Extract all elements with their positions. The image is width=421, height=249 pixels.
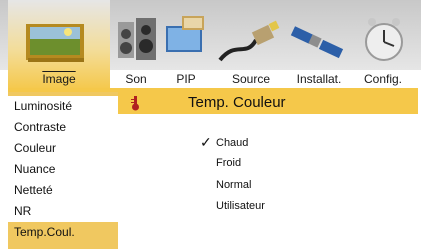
tab-bar: Image Son PIP Source Installat. Config. (0, 0, 421, 90)
clock-icon (352, 10, 414, 68)
option-chaud[interactable]: Chaud (216, 137, 248, 149)
tab-son-label: Son (125, 72, 147, 86)
tab-config[interactable]: Config. (352, 0, 414, 90)
tab-image-label: Image (42, 72, 76, 86)
check-icon: ✓ (200, 134, 212, 150)
panel-title: Temp. Couleur (188, 94, 286, 111)
option-froid[interactable]: Froid (216, 157, 241, 169)
panel-header: Temp. Couleur (118, 92, 418, 114)
tab-pip-label: PIP (176, 72, 196, 86)
tab-pip[interactable]: PIP (164, 0, 208, 90)
menu-item-nr[interactable]: NR (8, 201, 118, 222)
pip-icon (164, 10, 208, 68)
tab-installation[interactable]: Installat. (286, 0, 352, 90)
menu-item-nuance[interactable]: Nuance (8, 159, 118, 180)
tab-image[interactable]: Image (8, 0, 110, 90)
tab-source-label: Source (231, 72, 271, 86)
speakers-icon (110, 10, 162, 68)
menu-item-temp-coul[interactable]: Temp.Coul. (8, 222, 118, 243)
image-icon (8, 10, 110, 68)
tab-son[interactable]: Son (110, 0, 162, 90)
cable-connector-icon (216, 10, 286, 68)
option-normal[interactable]: Normal (216, 179, 251, 191)
image-settings-menu: Luminosité Contraste Couleur Nuance Nett… (8, 92, 118, 249)
tab-config-label: Config. (363, 72, 403, 86)
thermometer-icon (130, 95, 140, 111)
menu-item-couleur[interactable]: Couleur (8, 138, 118, 159)
menu-item-nettete[interactable]: Netteté (8, 180, 118, 201)
menu-item-luminosite[interactable]: Luminosité (8, 96, 118, 117)
menu-item-contraste[interactable]: Contraste (8, 117, 118, 138)
satellite-icon (286, 10, 352, 68)
tab-installation-label: Installat. (296, 72, 342, 86)
option-utilisateur[interactable]: Utilisateur (216, 200, 265, 212)
tab-source[interactable]: Source (216, 0, 286, 90)
options-panel: ✓ Chaud Froid Normal Utilisateur (118, 114, 418, 249)
